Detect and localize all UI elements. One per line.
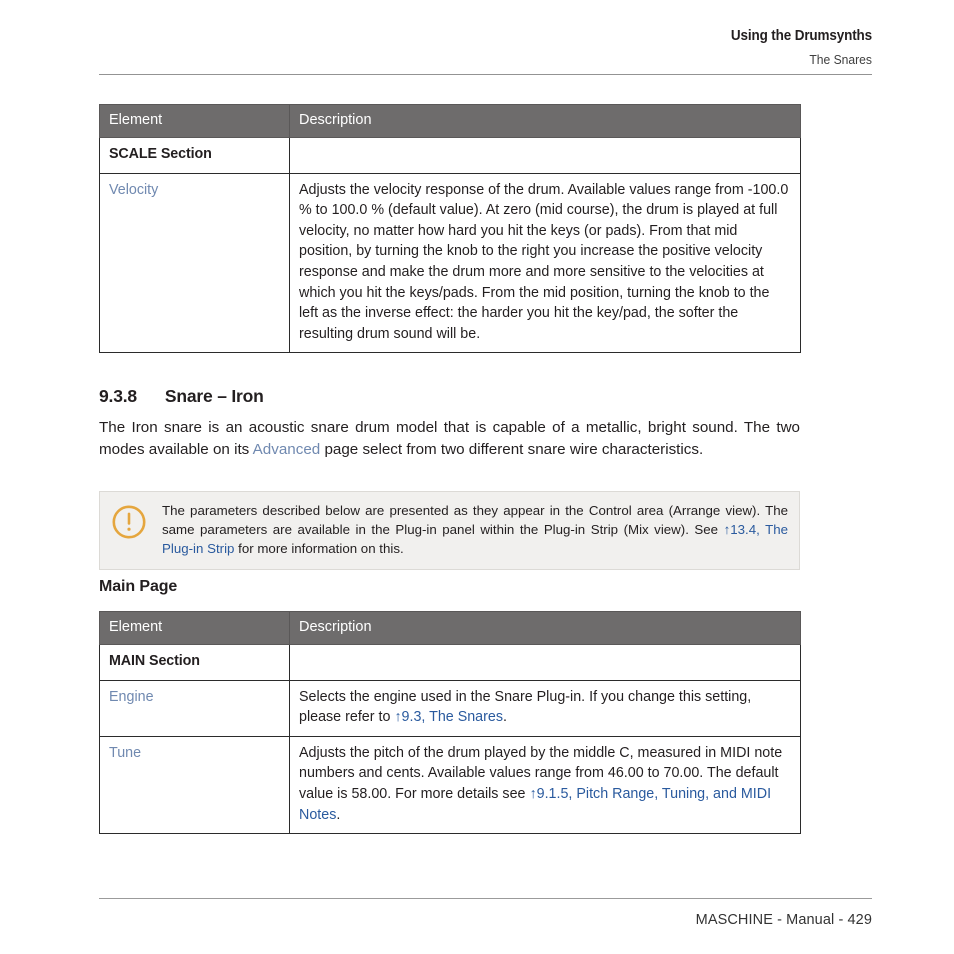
table-header-row: Element Description	[99, 611, 801, 645]
exclamation-circle-icon	[111, 504, 147, 540]
cell-description: Adjusts the pitch of the drum played by …	[289, 735, 801, 835]
cell-element-name[interactable]: Tune	[99, 735, 290, 835]
footer-divider	[99, 898, 872, 899]
table-main-page: Element Description MAIN Section Engine …	[99, 611, 801, 835]
column-header-description: Description	[289, 104, 801, 138]
cell-element-name[interactable]: Engine	[99, 679, 290, 737]
intro-paragraph: The Iron snare is an acoustic snare drum…	[99, 417, 800, 460]
document-page: Using the Drumsynths The Snares Element …	[0, 0, 954, 954]
intro-link-advanced[interactable]: Advanced	[253, 441, 321, 458]
cell-description: Adjusts the velocity response of the dru…	[289, 172, 801, 354]
table-scale-section: Element Description SCALE Section Veloci…	[99, 104, 801, 354]
table-row: MAIN Section	[99, 644, 801, 681]
description-part2: .	[336, 806, 341, 823]
table-row: Tune Adjusts the pitch of the drum playe…	[99, 735, 801, 835]
running-head-title: Using the Drumsynths	[730, 28, 872, 44]
cell-description	[289, 644, 801, 681]
intro-text-part2: page select from two different snare wir…	[320, 440, 704, 458]
subheading-main-page: Main Page	[99, 578, 178, 595]
header-divider	[99, 74, 872, 75]
running-head-subtitle: The Snares	[809, 53, 872, 67]
table-header-row: Element Description	[99, 104, 801, 138]
note-text-part1: The parameters described below are prese…	[162, 503, 788, 537]
page-title: 9.3.8 Snare – Iron	[99, 386, 264, 406]
description-link[interactable]: ↑9.3, The Snares	[394, 709, 503, 725]
cell-element-name[interactable]: Velocity	[99, 172, 290, 354]
column-header-description: Description	[289, 611, 801, 645]
cell-element-name: SCALE Section	[99, 137, 290, 174]
running-head: Using the Drumsynths The Snares	[99, 26, 872, 70]
note-text: The parameters described below are prese…	[162, 501, 788, 558]
footer-text: MASCHINE - Manual - 429	[695, 912, 872, 928]
cell-description: Selects the engine used in the Snare Plu…	[289, 679, 801, 737]
table-row: SCALE Section	[99, 137, 801, 174]
note-text-part2: for more information on this.	[234, 541, 404, 556]
note-callout: The parameters described below are prese…	[99, 491, 800, 570]
table-row: Engine Selects the engine used in the Sn…	[99, 679, 801, 737]
table-row: Velocity Adjusts the velocity response o…	[99, 172, 801, 354]
description-part2: .	[503, 709, 507, 726]
cell-element-name: MAIN Section	[99, 644, 290, 681]
cell-description	[289, 137, 801, 174]
column-header-element: Element	[99, 611, 290, 645]
column-header-element: Element	[99, 104, 290, 138]
description-part1: Selects the engine used in the Snare Plu…	[299, 688, 752, 726]
